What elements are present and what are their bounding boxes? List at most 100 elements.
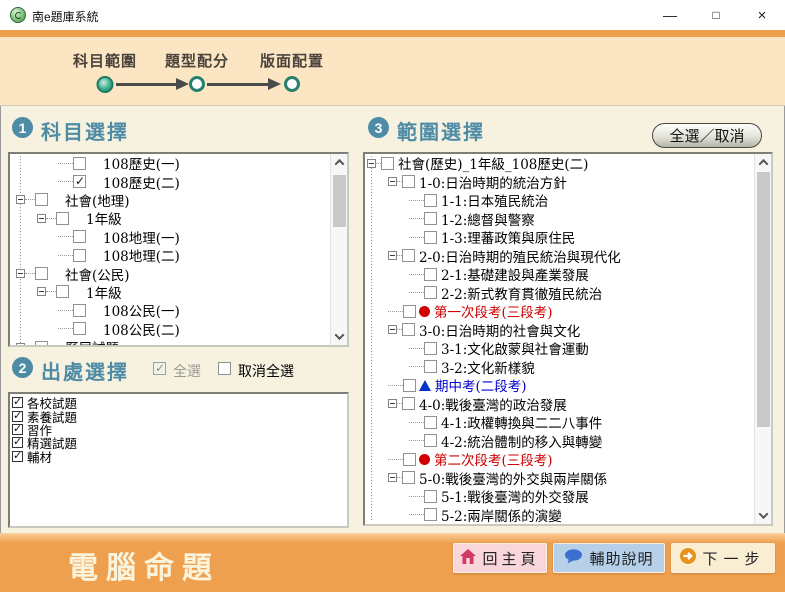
checkbox[interactable] xyxy=(403,453,416,466)
tree-row[interactable]: 1年級 xyxy=(10,209,330,227)
tree-row[interactable]: 108歷史(一) xyxy=(10,154,330,172)
tree-row[interactable]: 歷屆試題 xyxy=(10,338,330,345)
tree-row[interactable]: 期中考(二段考) xyxy=(365,376,754,395)
tree-row[interactable]: 108公民(一) xyxy=(10,301,330,319)
maximize-button[interactable]: □ xyxy=(693,0,739,30)
checkbox[interactable] xyxy=(12,411,23,422)
tree-row[interactable]: 第二次段考(三段考) xyxy=(365,450,754,469)
checkbox[interactable] xyxy=(424,342,437,355)
next-step-button[interactable]: 下一步 xyxy=(671,543,775,573)
scrollbar-thumb[interactable] xyxy=(757,172,770,427)
checkbox[interactable] xyxy=(73,249,86,262)
tree-row[interactable]: 3-2:文化新樣貌 xyxy=(365,358,754,377)
tree-row[interactable]: 3-1:文化啟蒙與社會運動 xyxy=(365,339,754,358)
tree-row[interactable]: 108地理(二) xyxy=(10,246,330,264)
tree-row[interactable]: 1-0:日治時期的統治方針 xyxy=(365,173,754,192)
collapse-icon[interactable] xyxy=(16,195,25,204)
help-button[interactable]: 輔助說明 xyxy=(553,543,665,573)
tree-row[interactable]: 社會(地理) xyxy=(10,191,330,209)
scrollbar-thumb[interactable] xyxy=(333,175,346,227)
tree-row[interactable]: 4-1:政權轉換與二二八事件 xyxy=(365,413,754,432)
tree-row[interactable]: 108歷史(二) xyxy=(10,172,330,190)
collapse-icon[interactable] xyxy=(16,343,25,345)
tree-row[interactable]: 第一次段考(三段考) xyxy=(365,302,754,321)
tree-row[interactable]: 2-0:日治時期的殖民統治與現代化 xyxy=(365,247,754,266)
collapse-icon[interactable] xyxy=(388,399,397,408)
close-button[interactable]: × xyxy=(739,0,785,30)
tree-row[interactable]: 108地理(一) xyxy=(10,228,330,246)
checkbox[interactable] xyxy=(12,437,23,448)
tree-row[interactable]: 2-2:新式教育貫徹殖民統治 xyxy=(365,284,754,303)
tree-row[interactable]: 1年級 xyxy=(10,283,330,301)
checkbox[interactable] xyxy=(12,451,23,462)
tree-row[interactable]: 5-2:兩岸關係的演變 xyxy=(365,506,754,525)
list-item[interactable]: 素養試題 xyxy=(12,409,347,422)
scroll-up-icon[interactable] xyxy=(331,154,348,171)
checkbox[interactable] xyxy=(424,416,437,429)
tree-row[interactable]: 5-0:戰後臺灣的外交與兩岸關係 xyxy=(365,469,754,488)
tree-row[interactable]: 4-2:統治體制的移入與轉變 xyxy=(365,432,754,451)
checkbox[interactable] xyxy=(73,304,86,317)
tree-row[interactable]: 2-1:基礎建設與產業發展 xyxy=(365,265,754,284)
checkbox[interactable] xyxy=(424,194,437,207)
minimize-button[interactable]: — xyxy=(647,0,693,30)
collapse-icon[interactable] xyxy=(388,325,397,334)
collapse-icon[interactable] xyxy=(16,269,25,278)
checkbox[interactable] xyxy=(12,424,23,435)
checkbox[interactable] xyxy=(73,157,86,170)
scroll-up-icon[interactable] xyxy=(755,154,772,171)
select-all-checkbox[interactable] xyxy=(153,362,166,375)
collapse-icon[interactable] xyxy=(388,177,397,186)
checkbox[interactable] xyxy=(402,323,415,336)
checkbox[interactable] xyxy=(424,231,437,244)
checkbox[interactable] xyxy=(403,305,416,318)
scroll-down-icon[interactable] xyxy=(331,328,348,345)
tree-row[interactable]: 108公民(二) xyxy=(10,320,330,338)
scroll-down-icon[interactable] xyxy=(755,507,772,524)
select-all-toggle-button[interactable]: 全選／取消 xyxy=(652,123,762,148)
checkbox[interactable] xyxy=(424,360,437,373)
tree-row[interactable]: 1-2:總督與警察 xyxy=(365,210,754,229)
checkbox[interactable] xyxy=(402,249,415,262)
checkbox[interactable] xyxy=(35,341,48,345)
tree-row[interactable]: 社會(公民) xyxy=(10,264,330,282)
scope-tree-scrollbar[interactable] xyxy=(754,154,771,524)
deselect-all-checkbox[interactable] xyxy=(218,362,231,375)
tree-row[interactable]: 社會(歷史)_1年級_108歷史(二) xyxy=(365,154,754,173)
checkbox[interactable] xyxy=(402,397,415,410)
collapse-icon[interactable] xyxy=(37,214,46,223)
step-circle-inactive[interactable] xyxy=(284,76,300,92)
step-circle-active[interactable] xyxy=(97,76,114,93)
checkbox[interactable] xyxy=(424,508,437,521)
subject-tree-scrollbar[interactable] xyxy=(330,154,347,345)
home-button[interactable]: 回主頁 xyxy=(453,543,547,573)
collapse-icon[interactable] xyxy=(367,159,376,168)
checkbox[interactable] xyxy=(424,434,437,447)
collapse-icon[interactable] xyxy=(388,473,397,482)
checkbox[interactable] xyxy=(402,175,415,188)
checkbox[interactable] xyxy=(424,490,437,503)
checkbox[interactable] xyxy=(35,267,48,280)
checkbox[interactable] xyxy=(402,471,415,484)
tree-row[interactable]: 5-1:戰後臺灣的外交發展 xyxy=(365,487,754,506)
checkbox[interactable] xyxy=(73,175,86,188)
list-item[interactable]: 精選試題 xyxy=(12,436,347,449)
tree-row[interactable]: 1-1:日本殖民統治 xyxy=(365,191,754,210)
tree-row[interactable]: 3-0:日治時期的社會與文化 xyxy=(365,321,754,340)
tree-row[interactable]: 1-3:理蕃政策與原住民 xyxy=(365,228,754,247)
checkbox[interactable] xyxy=(73,230,86,243)
checkbox[interactable] xyxy=(403,379,416,392)
collapse-icon[interactable] xyxy=(388,251,397,260)
checkbox[interactable] xyxy=(424,212,437,225)
collapse-icon[interactable] xyxy=(37,287,46,296)
checkbox[interactable] xyxy=(56,212,69,225)
checkbox[interactable] xyxy=(73,322,86,335)
checkbox[interactable] xyxy=(12,397,23,408)
checkbox[interactable] xyxy=(424,286,437,299)
checkbox[interactable] xyxy=(35,193,48,206)
checkbox[interactable] xyxy=(56,285,69,298)
step-circle-inactive[interactable] xyxy=(189,76,205,92)
checkbox[interactable] xyxy=(381,157,394,170)
tree-row[interactable]: 4-0:戰後臺灣的政治發展 xyxy=(365,395,754,414)
checkbox[interactable] xyxy=(424,268,437,281)
